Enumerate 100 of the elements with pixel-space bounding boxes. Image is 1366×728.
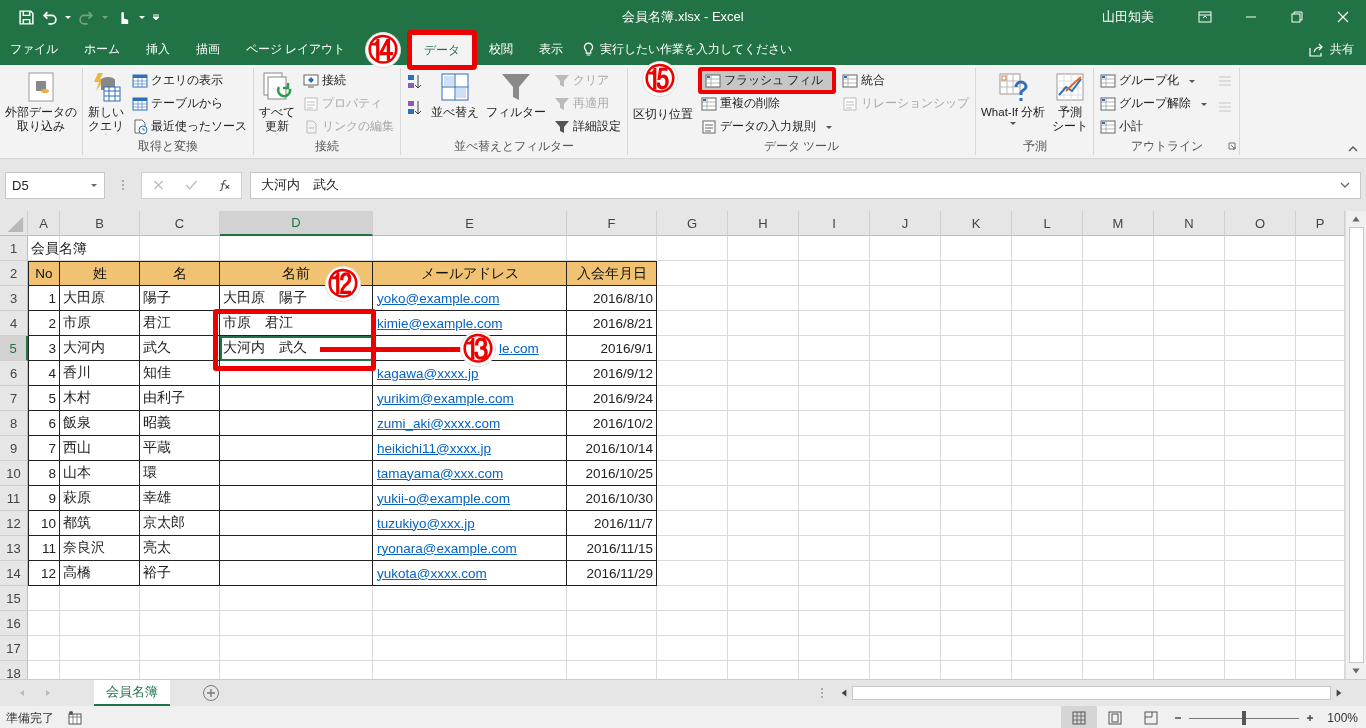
- scrollbar-thumb[interactable]: [1348, 227, 1364, 663]
- zoom-level[interactable]: 100%: [1327, 711, 1358, 725]
- row-header[interactable]: 16: [0, 611, 28, 636]
- email-link[interactable]: le.com: [499, 340, 539, 356]
- ribbon-button[interactable]: すべて 更新: [257, 68, 297, 138]
- column-header[interactable]: E: [373, 211, 567, 236]
- email-link[interactable]: kimie@example.com: [377, 315, 503, 331]
- column-header[interactable]: F: [567, 211, 657, 236]
- row-header[interactable]: 17: [0, 636, 28, 661]
- ribbon-button[interactable]: What-If 分析: [979, 68, 1048, 138]
- ribbon-button[interactable]: 予測 シート: [1050, 68, 1091, 138]
- close-icon[interactable]: [1335, 9, 1351, 25]
- view-button[interactable]: [1061, 706, 1098, 728]
- column-header[interactable]: L: [1012, 211, 1083, 236]
- column-header[interactable]: M: [1083, 211, 1154, 236]
- ribbon-button[interactable]: 接続: [300, 70, 397, 91]
- ribbon-tab[interactable]: ホーム: [74, 34, 130, 65]
- function-icon[interactable]: [218, 179, 231, 191]
- macro-record-icon[interactable]: [68, 711, 82, 725]
- row-header[interactable]: 1: [0, 236, 28, 261]
- add-sheet-icon[interactable]: [202, 684, 220, 702]
- ribbon-button[interactable]: フラッシュ フィル: [698, 67, 836, 94]
- share-icon[interactable]: [1308, 41, 1324, 58]
- row-header[interactable]: 4: [0, 311, 28, 336]
- email-link[interactable]: kagawa@xxxx.jp: [377, 365, 479, 381]
- row-header[interactable]: 10: [0, 461, 28, 486]
- column-header[interactable]: N: [1154, 211, 1225, 236]
- ribbon-button[interactable]: 詳細設定: [551, 116, 624, 137]
- ribbon-button[interactable]: データの入力規則: [698, 116, 836, 137]
- row-header[interactable]: 2: [0, 261, 28, 286]
- row-header[interactable]: 6: [0, 361, 28, 386]
- sort-descending-icon[interactable]: [407, 100, 423, 116]
- column-header[interactable]: B: [60, 211, 140, 236]
- sort-ascending-icon[interactable]: [407, 74, 423, 90]
- zoom-in-icon[interactable]: [1305, 713, 1316, 723]
- row-header[interactable]: 7: [0, 386, 28, 411]
- ribbon-button[interactable]: 小計: [1097, 116, 1212, 137]
- ribbon-button[interactable]: 重複の削除: [698, 93, 836, 114]
- row-header[interactable]: 14: [0, 561, 28, 586]
- check-icon[interactable]: [185, 179, 198, 191]
- ribbon-button[interactable]: 区切り位置: [631, 102, 695, 138]
- column-header[interactable]: D: [220, 211, 373, 236]
- ribbon-tab[interactable]: 表示: [529, 34, 574, 65]
- ribbon-tab[interactable]: 挿入: [136, 34, 180, 65]
- ribbon-tab[interactable]: ページ レイアウト: [236, 34, 356, 65]
- email-link[interactable]: yurikim@example.com: [377, 390, 514, 406]
- column-header[interactable]: A: [28, 211, 60, 236]
- vertical-scrollbar[interactable]: [1345, 211, 1366, 679]
- column-header[interactable]: K: [941, 211, 1012, 236]
- ribbon-button[interactable]: 新しい クエリ: [86, 68, 126, 138]
- customize-icon[interactable]: [152, 13, 160, 21]
- column-header[interactable]: I: [799, 211, 870, 236]
- row-header[interactable]: 9: [0, 436, 28, 461]
- ribbon-button[interactable]: テーブルから: [129, 93, 250, 114]
- row-header[interactable]: 5: [0, 336, 28, 361]
- email-link[interactable]: yukota@xxxx.com: [377, 565, 487, 581]
- ribbon-button[interactable]: 並べ替え: [429, 68, 481, 138]
- ribbon-button[interactable]: 最近使ったソース: [129, 116, 250, 137]
- save-icon[interactable]: [18, 8, 35, 26]
- row-header[interactable]: 3: [0, 286, 28, 311]
- ribbon-button[interactable]: クエリの表示: [129, 70, 250, 91]
- email-link[interactable]: zumi_aki@xxxx.com: [377, 415, 501, 431]
- row-header[interactable]: 18: [0, 661, 28, 679]
- email-link[interactable]: ryonara@example.com: [377, 540, 517, 556]
- column-header[interactable]: O: [1225, 211, 1296, 236]
- ribbon-tab[interactable]: 描画: [186, 34, 230, 65]
- column-header[interactable]: G: [657, 211, 728, 236]
- formula-input[interactable]: 大河内 武久: [250, 171, 1361, 199]
- expand-icon[interactable]: [1340, 182, 1350, 188]
- email-link[interactable]: yoko@example.com: [377, 290, 500, 306]
- ribbon-display-icon[interactable]: [1197, 9, 1213, 25]
- email-link[interactable]: tuzukiyo@xxx.jp: [377, 515, 475, 531]
- row-header[interactable]: 8: [0, 411, 28, 436]
- ribbon-button[interactable]: 外部データの 取り込み: [3, 68, 79, 138]
- column-header[interactable]: H: [728, 211, 799, 236]
- ribbon-tab[interactable]: 校閲: [479, 34, 524, 65]
- column-header[interactable]: J: [870, 211, 941, 236]
- column-header[interactable]: P: [1296, 211, 1345, 236]
- ribbon-button[interactable]: グループ化: [1097, 70, 1212, 91]
- ribbon-button[interactable]: フィルター: [484, 68, 548, 138]
- row-header[interactable]: 13: [0, 536, 28, 561]
- name-box[interactable]: D5: [5, 171, 105, 199]
- share-button[interactable]: 共有: [1330, 41, 1354, 58]
- column-header[interactable]: C: [140, 211, 220, 236]
- ribbon-tab[interactable]: ファイル: [0, 34, 68, 65]
- email-link[interactable]: yukii-o@example.com: [377, 490, 510, 506]
- row-header[interactable]: 15: [0, 586, 28, 611]
- ribbon-button[interactable]: 統合: [839, 70, 972, 91]
- sheet-tab[interactable]: 会員名簿: [94, 679, 170, 706]
- email-link[interactable]: tamayama@xxx.com: [377, 465, 504, 481]
- row-header[interactable]: 11: [0, 486, 28, 511]
- collapse-ribbon-icon[interactable]: [1348, 146, 1358, 152]
- ribbon-button[interactable]: グループ解除: [1097, 93, 1212, 114]
- slider-thumb[interactable]: [1242, 711, 1247, 725]
- tell-me-field[interactable]: 実行したい作業を入力してください: [600, 41, 793, 58]
- email-link[interactable]: heikichi11@xxxx.jp: [377, 440, 491, 456]
- scrollbar-thumb[interactable]: [852, 686, 1331, 700]
- row-header[interactable]: 12: [0, 511, 28, 536]
- dialog-launcher-icon[interactable]: [1228, 142, 1237, 151]
- restore-icon[interactable]: [1289, 9, 1305, 25]
